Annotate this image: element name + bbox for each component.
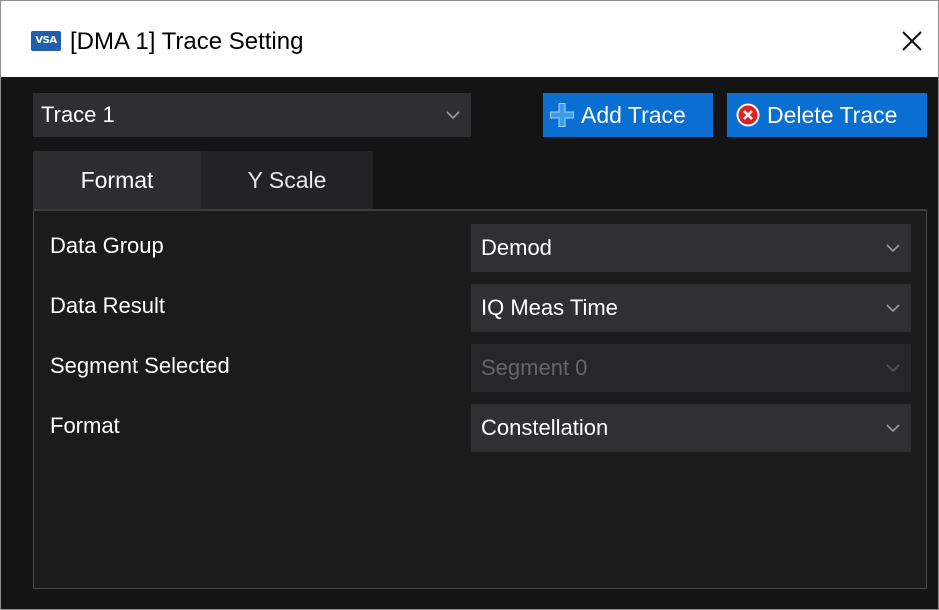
segment-selected-value: Segment 0 [481,355,588,380]
tab-y-scale[interactable]: Y Scale [201,151,373,209]
plus-icon [550,103,574,127]
title-bar: VSA [DMA 1] Trace Setting [1,1,938,77]
chevron-down-icon [886,364,900,373]
data-group-label: Data Group [50,233,164,258]
chevron-down-icon [886,424,900,433]
data-result-select[interactable]: IQ Meas Time [471,284,911,332]
trace-setting-dialog: VSA [DMA 1] Trace Setting Trace 1 Add Tr… [0,0,939,610]
dialog-content: Trace 1 Add Trace Delete Trace Format Y … [1,77,938,609]
data-group-value: Demod [481,235,552,260]
add-trace-button[interactable]: Add Trace [543,93,713,137]
format-label: Format [50,413,120,438]
data-group-select[interactable]: Demod [471,224,911,272]
format-panel: Data Group Demod Data Result IQ Meas Tim… [33,209,927,589]
delete-circle-icon [736,103,760,127]
chevron-down-icon [446,111,460,120]
chevron-down-icon [886,244,900,253]
chevron-down-icon [886,304,900,313]
format-select[interactable]: Constellation [471,404,911,452]
add-trace-label: Add Trace [581,102,686,128]
delete-trace-button[interactable]: Delete Trace [727,93,927,137]
segment-selected-select: Segment 0 [471,344,911,392]
close-icon [902,31,922,51]
vsa-logo-icon: VSA [31,31,61,51]
tab-format[interactable]: Format [33,151,201,209]
data-result-label: Data Result [50,293,165,318]
trace-select[interactable]: Trace 1 [33,93,471,137]
segment-selected-label: Segment Selected [50,353,230,378]
format-value: Constellation [481,415,609,440]
delete-trace-label: Delete Trace [767,102,898,128]
close-button[interactable] [892,21,932,61]
data-result-value: IQ Meas Time [481,295,618,320]
trace-select-value: Trace 1 [41,102,115,127]
window-title: [DMA 1] Trace Setting [70,28,304,55]
